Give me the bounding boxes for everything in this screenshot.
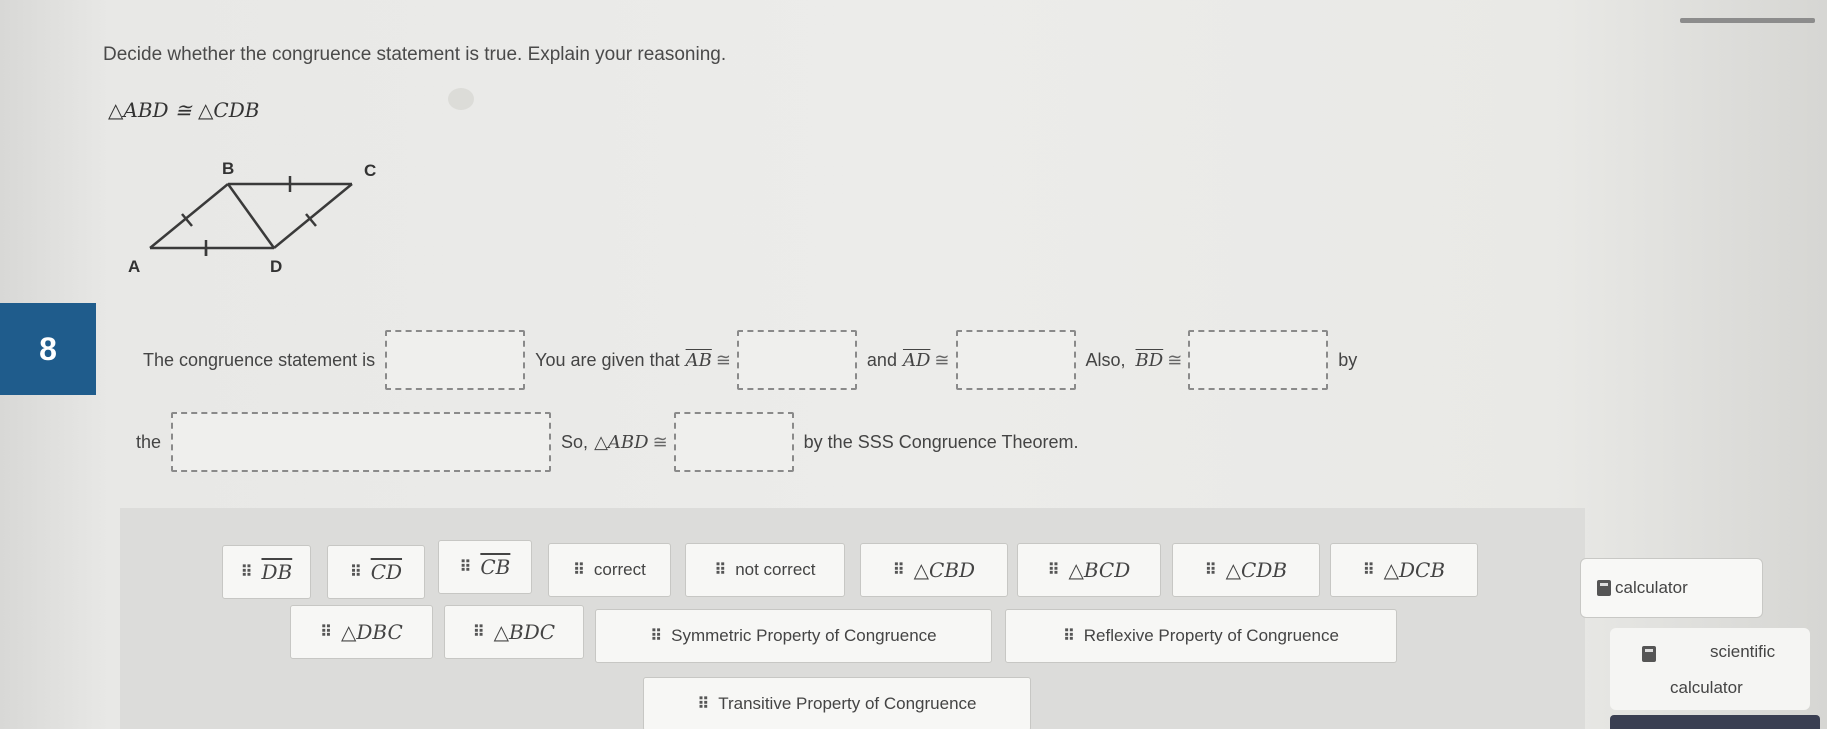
parallelogram-figure: B C A D xyxy=(120,156,380,291)
answer-chip-tri-bcd[interactable]: ⠿ △BCD xyxy=(1017,543,1161,597)
segment-ad: AD xyxy=(902,349,931,371)
answer-chip-tri-cdb[interactable]: ⠿ △CDB xyxy=(1172,543,1320,597)
segment-ab: AB xyxy=(685,349,712,371)
answer-chip-tri-cbd[interactable]: ⠿ △CBD xyxy=(860,543,1008,597)
sentence-text: by xyxy=(1338,349,1358,370)
answer-chip-db[interactable]: ⠿ DB xyxy=(222,545,311,599)
bottom-toolbar-strip xyxy=(1610,715,1820,729)
answer-blank-2[interactable] xyxy=(736,330,857,390)
answer-chip-symmetric-property[interactable]: ⠿ Symmetric Property of Congruence xyxy=(595,609,992,663)
sentence-text: You are given that xyxy=(535,349,680,370)
sentence-text: by the SSS Congruence Theorem. xyxy=(803,431,1079,452)
drag-handle-icon: ⠿ xyxy=(892,562,905,579)
vertex-label-a: A xyxy=(128,257,140,276)
answer-chip-cb[interactable]: ⠿ CB xyxy=(438,540,532,594)
answer-blank-5[interactable] xyxy=(171,412,552,472)
drag-handle-icon: ⠿ xyxy=(1047,562,1060,579)
answer-blank-1[interactable] xyxy=(385,330,526,390)
sentence-line-1: The congruence statement is You are give… xyxy=(143,330,1357,390)
drag-handle-icon: ⠿ xyxy=(573,562,585,579)
answer-chip-cd[interactable]: ⠿ CD xyxy=(327,545,425,599)
drag-handle-icon: ⠿ xyxy=(650,628,662,645)
sentence-text: the xyxy=(136,431,162,452)
question-prompt: Decide whether the congruence statement … xyxy=(103,44,727,65)
sentence-line-2: the So, △ABD ≅ by the SSS Congruence The… xyxy=(136,412,1079,472)
congruence-symbol: ≅ xyxy=(652,431,668,452)
sentence-text: The congruence statement is xyxy=(143,349,376,370)
sentence-text: and xyxy=(866,349,897,370)
triangle-abd: △ABD xyxy=(594,431,649,453)
answer-chip-reflexive-property[interactable]: ⠿ Reflexive Property of Congruence xyxy=(1005,609,1397,663)
drag-handle-icon: ⠿ xyxy=(1204,562,1217,579)
answer-blank-4[interactable] xyxy=(1188,330,1329,390)
cursor-artifact xyxy=(448,88,474,110)
drag-handle-icon: ⠿ xyxy=(320,624,332,641)
drag-handle-icon: ⠿ xyxy=(472,624,485,641)
vertex-label-c: C xyxy=(364,161,376,180)
answer-chip-tri-dbc[interactable]: ⠿ △DBC xyxy=(290,605,433,659)
drag-handle-icon: ⠿ xyxy=(240,564,253,581)
calculator-button[interactable]: calculator xyxy=(1580,558,1763,618)
drag-handle-icon: ⠿ xyxy=(459,559,472,576)
drag-handle-icon: ⠿ xyxy=(1063,628,1075,645)
drag-handle-icon: ⠿ xyxy=(697,696,710,713)
vertex-label-b: B xyxy=(222,159,234,178)
congruence-symbol: ≅ xyxy=(1167,349,1183,370)
drag-handle-icon: ⠿ xyxy=(714,562,726,579)
congruence-symbol: ≅ xyxy=(934,349,950,370)
sentence-text: So, xyxy=(561,431,589,452)
congruence-statement: △ABD ≅ △CDB xyxy=(108,98,260,122)
answer-blank-6[interactable] xyxy=(673,412,794,472)
answer-chip-tri-dcb[interactable]: ⠿ △DCB xyxy=(1330,543,1478,597)
answer-chip-not-correct[interactable]: ⠿ not correct xyxy=(685,543,845,597)
drag-handle-icon: ⠿ xyxy=(1362,562,1375,579)
answer-chip-correct[interactable]: ⠿ correct xyxy=(548,543,671,597)
calculator-icon xyxy=(1597,580,1611,596)
scientific-calculator-button[interactable]: scientific calculator xyxy=(1610,628,1810,710)
question-number: 8 xyxy=(0,303,96,395)
answer-chip-transitive-property[interactable]: ⠿ Transitive Property of Congruence xyxy=(643,677,1031,729)
sentence-text: Also, xyxy=(1085,349,1126,370)
drag-handle-icon: ⠿ xyxy=(349,564,362,581)
segment-bd: BD xyxy=(1135,349,1164,371)
progress-indicator xyxy=(1680,18,1815,23)
vertex-label-d: D xyxy=(270,257,282,276)
congruence-symbol: ≅ xyxy=(715,349,731,370)
answer-chip-tri-bdc[interactable]: ⠿ △BDC xyxy=(444,605,584,659)
calculator-icon xyxy=(1642,646,1656,662)
answer-blank-3[interactable] xyxy=(955,330,1076,390)
